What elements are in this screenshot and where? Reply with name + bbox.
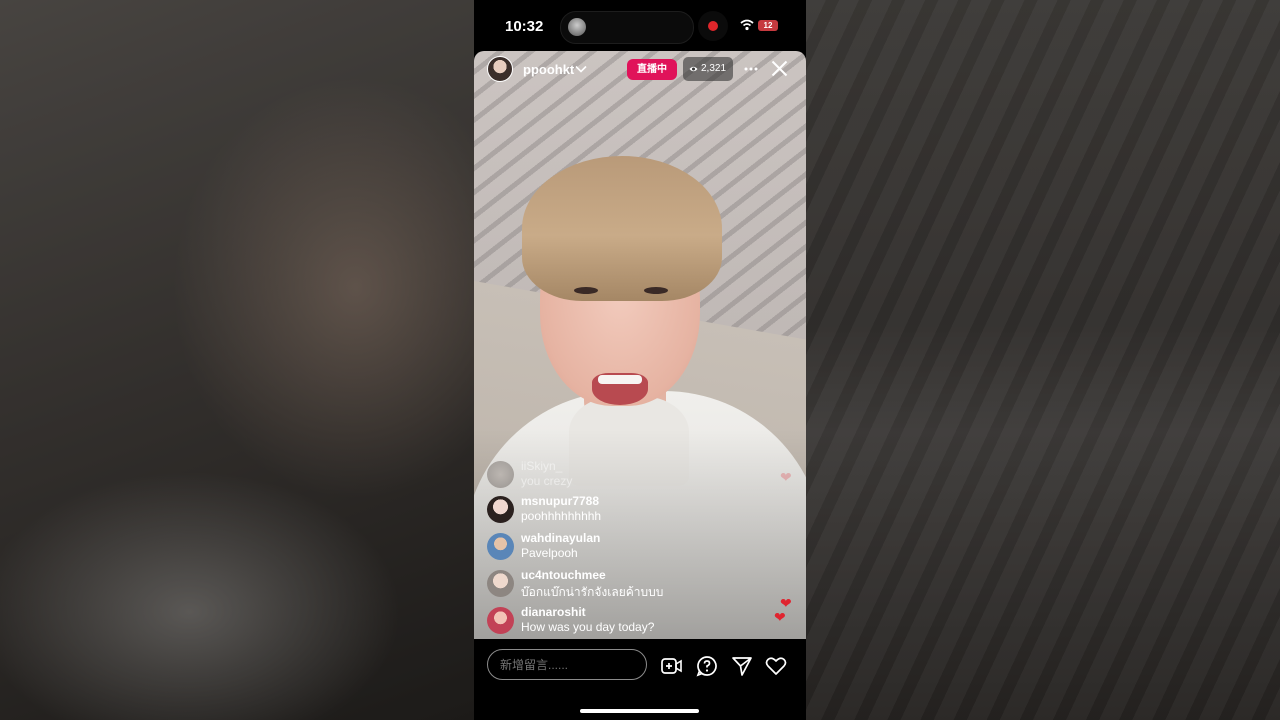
chevron-down-icon[interactable]: [575, 63, 587, 75]
comment-item: iiSkiyn_ you crezy: [487, 459, 767, 493]
host-avatar[interactable]: [487, 56, 513, 82]
comment-text: poohhhhhhhhh: [521, 509, 602, 523]
comment-text: Pavelpooh: [521, 546, 578, 560]
comment-item: wahdinayulan Pavelpooh: [487, 531, 767, 565]
live-video[interactable]: ppoohkt 直播中 2,321 iiSkiyn_ you crezy msn…: [474, 51, 806, 639]
dynamic-island: [560, 11, 694, 44]
add-guest-icon[interactable]: [661, 655, 683, 677]
comment-text: you crezy: [521, 474, 573, 488]
status-time: 10:32: [505, 18, 544, 35]
comment-username[interactable]: msnupur7788: [521, 494, 599, 508]
floating-heart-icon: ❤: [774, 609, 786, 625]
comment-input[interactable]: [487, 649, 647, 680]
comment-avatar[interactable]: [487, 533, 514, 560]
heart-icon[interactable]: [765, 655, 787, 677]
close-icon[interactable]: [771, 60, 788, 77]
person-teeth: [598, 375, 642, 384]
record-dot-icon: [708, 21, 718, 31]
host-username[interactable]: ppoohkt: [523, 62, 574, 77]
viewer-count: 2,321: [701, 63, 727, 74]
comment-item: dianaroshit How was you day today?: [487, 605, 767, 639]
question-icon[interactable]: [696, 655, 718, 677]
comment-username[interactable]: iiSkiyn_: [521, 459, 562, 473]
comment-avatar[interactable]: [487, 496, 514, 523]
blurred-background-right: [806, 0, 1280, 720]
blurred-background-left: [0, 0, 474, 720]
comment-text: บ๊อกแบ๊กน่ารักจังเลยค้าบบบ: [521, 585, 664, 599]
island-avatar: [568, 18, 586, 36]
comment-avatar[interactable]: [487, 570, 514, 597]
person-hair: [522, 156, 722, 301]
comment-username[interactable]: wahdinayulan: [521, 531, 600, 545]
floating-heart-icon: ❤: [780, 469, 792, 485]
comment-item: uc4ntouchmee บ๊อกแบ๊กน่ารักจังเลยค้าบบบ: [487, 568, 767, 602]
battery-indicator: 12: [758, 20, 778, 31]
eye-icon: [689, 66, 698, 72]
comment-username[interactable]: dianaroshit: [521, 605, 586, 619]
comment-item: msnupur7788 poohhhhhhhhh: [487, 494, 767, 528]
wifi-icon: [740, 19, 754, 31]
comment-avatar[interactable]: [487, 607, 514, 634]
viewer-count-badge[interactable]: 2,321: [683, 57, 733, 81]
home-indicator[interactable]: [580, 709, 699, 713]
status-bar: 10:32 12: [474, 0, 806, 52]
comment-avatar[interactable]: [487, 461, 514, 488]
person-eye: [644, 287, 668, 294]
bottom-bar: [474, 639, 806, 720]
live-badge: 直播中: [627, 59, 677, 80]
comment-text: How was you day today?: [521, 620, 655, 634]
comment-username[interactable]: uc4ntouchmee: [521, 568, 606, 582]
more-icon[interactable]: [744, 67, 758, 71]
person-eye: [574, 287, 598, 294]
send-icon[interactable]: [731, 655, 753, 677]
phone-screen: 10:32 12 ppoohkt 直播中 2,321 iiSkiyn_ you …: [474, 0, 806, 720]
recording-indicator: [698, 11, 728, 41]
